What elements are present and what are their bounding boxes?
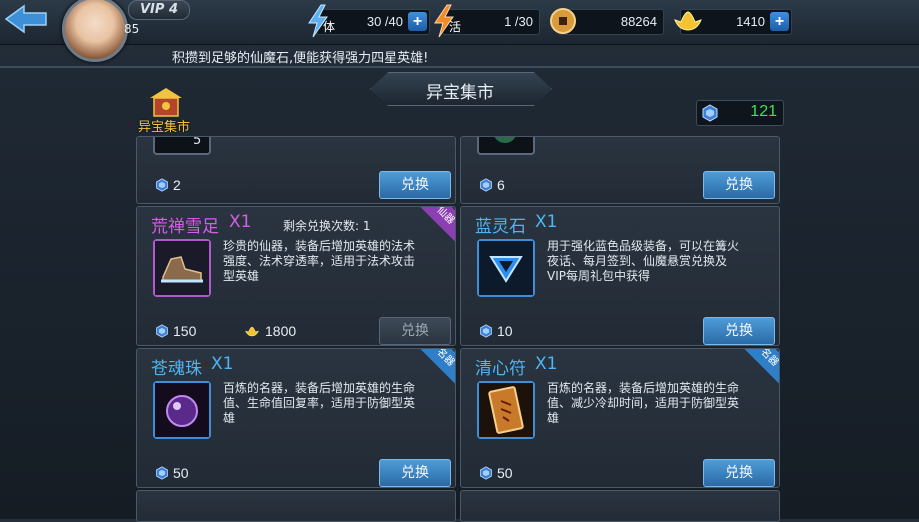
ingots-bar: 1410 + [674, 9, 792, 35]
back-arrow-icon[interactable] [4, 4, 48, 34]
coin-icon [550, 8, 576, 34]
item-icon-frame [477, 239, 535, 297]
item-description: 用于强化蓝色品级装备，可以在篝火夜话、每月签到、仙魔悬赏兑换及VIP每周礼包中获… [547, 239, 740, 283]
add-stamina-button[interactable]: + [408, 12, 427, 31]
gem-balance-value: 121 [750, 103, 777, 120]
stamina-label: 体 [323, 20, 336, 34]
item-quantity: X1 [229, 212, 252, 232]
item-price: 150 [155, 323, 196, 339]
orb-icon [493, 137, 517, 143]
item-price-secondary: 1800 [243, 323, 296, 339]
rarity-badge: 名器 [741, 349, 779, 386]
item-price: 6 [479, 177, 505, 193]
rarity-badge: 名器 [417, 349, 455, 386]
item-description: 珍贵的仙器，装备后增加英雄的法术强度、法术穿透率，适用于法术攻击型英雄 [223, 239, 416, 283]
news-ticker: 积攒到足够的仙魔石,便能获得强力四星英雄! [172, 51, 429, 66]
orb-icon [155, 383, 209, 437]
item-description: 百炼的名器，装备后增加英雄的生命值、减少冷却时间，适用于防御型英雄 [547, 381, 740, 425]
gem-balance: 121 [696, 100, 784, 126]
item-icon-frame [153, 239, 211, 297]
shop-label: 异宝集市 [138, 120, 191, 135]
shop-item-card: 6 兑换 [460, 136, 780, 204]
item-stack-count: 5 [193, 136, 202, 148]
item-icon-frame [477, 381, 535, 439]
item-quantity: X1 [211, 354, 234, 374]
rarity-badge: 仙器 [417, 207, 455, 244]
activity-bar: 活 1 /30 [434, 4, 540, 38]
item-name: 苍魂珠 [151, 359, 202, 379]
exchange-button[interactable]: 兑换 [379, 459, 451, 487]
stamina-bar: 体 30 /40 + [308, 4, 430, 38]
item-name: 荒禅雪足 [151, 217, 219, 237]
player-level: 85 [124, 22, 140, 36]
gem-icon [480, 466, 492, 480]
shop-item-card: 荒禅雪足 X1 剩余兑换次数: 1 仙器 珍贵的仙器，装备后增加英雄的法术强度、… [136, 206, 456, 346]
coins-bar: 88264 [550, 8, 664, 35]
page-title: 异宝集市 [426, 83, 494, 103]
item-icon-frame [153, 381, 211, 439]
gem-icon [156, 466, 168, 480]
exchange-button[interactable]: 兑换 [703, 459, 775, 487]
shop-item-card [136, 490, 456, 522]
ingots-value: 1410 [736, 14, 765, 29]
blue-stone-icon [479, 241, 533, 295]
stamina-value: 30 /40 [366, 14, 403, 29]
item-name: 蓝灵石 [475, 217, 526, 237]
shop-item-card: 清心符 X1 名器 百炼的名器，装备后增加英雄的生命值、减少冷却时间，适用于防御… [460, 348, 780, 488]
activity-value: 1 /30 [504, 14, 533, 29]
gold-ingot-icon [245, 326, 259, 337]
add-ingots-button[interactable]: + [770, 12, 789, 31]
exchange-button[interactable]: 兑换 [703, 317, 775, 345]
item-price: 50 [479, 465, 513, 481]
gem-icon [156, 178, 168, 192]
shop-item-card: 苍魂珠 X1 名器 百炼的名器，装备后增加英雄的生命值、生命值回复率，适用于防御… [136, 348, 456, 488]
shop-item-card [460, 490, 780, 522]
item-name: 清心符 [475, 359, 526, 379]
coins-value: 88264 [620, 14, 657, 29]
item-icon-frame: 5 [153, 136, 211, 155]
exchange-button[interactable]: 兑换 [379, 171, 451, 199]
vip-badge[interactable]: VIP 4 [128, 0, 190, 20]
shop-emblem-icon [150, 88, 182, 117]
item-quantity: X1 [535, 354, 558, 374]
boot-icon [155, 241, 209, 295]
shop-item-card: 蓝灵石 X1 用于强化蓝色品级装备，可以在篝火夜话、每月签到、仙魔悬赏兑换及VI… [460, 206, 780, 346]
exchange-button[interactable]: 兑换 [379, 317, 451, 345]
item-price: 10 [479, 323, 513, 339]
remaining-exchanges: 剩余兑换次数: 1 [283, 219, 371, 233]
gem-icon [480, 324, 492, 338]
item-price: 50 [155, 465, 189, 481]
avatar[interactable] [62, 0, 128, 62]
item-price: 2 [155, 177, 181, 193]
exchange-button[interactable]: 兑换 [703, 171, 775, 199]
gem-icon [156, 324, 168, 338]
item-description: 百炼的名器，装备后增加英雄的生命值、生命值回复率，适用于防御型英雄 [223, 381, 416, 425]
gem-icon [480, 178, 492, 192]
gem-icon [702, 104, 718, 122]
gold-ingot-icon [674, 11, 702, 31]
shop-item-card: 5 2 兑换 [136, 136, 456, 204]
activity-label: 活 [449, 20, 462, 34]
item-quantity: X1 [535, 212, 558, 232]
talisman-icon [479, 383, 533, 437]
item-icon-frame [477, 137, 535, 155]
